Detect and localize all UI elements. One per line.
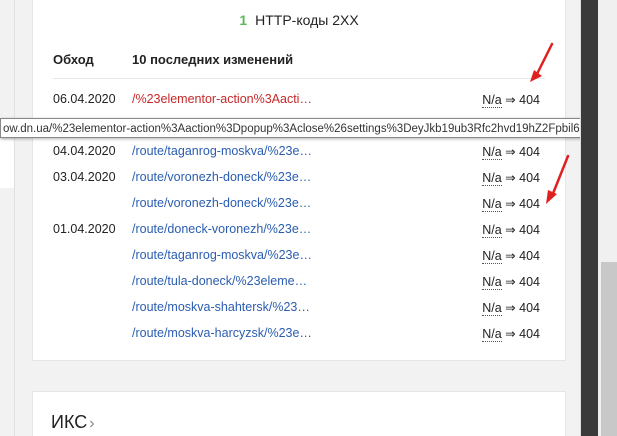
arrow-glyph: ⇒ — [505, 197, 516, 211]
status-code: 404 — [519, 275, 540, 289]
row-status: N/a ⇒ 404 — [482, 92, 540, 108]
scrollbar-gutter — [581, 0, 598, 436]
iks-title[interactable]: ИКС › — [51, 412, 95, 433]
status-code: 404 — [519, 327, 540, 341]
arrow-glyph: ⇒ — [505, 171, 516, 185]
arrow-glyph: ⇒ — [505, 93, 516, 107]
status-code: 404 — [519, 171, 540, 185]
row-url-link[interactable]: /route/doneck-voronezh/%23e… — [132, 222, 311, 236]
iks-title-text: ИКС — [51, 412, 88, 432]
na-label[interactable]: N/a — [482, 327, 502, 342]
column-header-crawl: Обход — [53, 52, 94, 67]
iks-card[interactable]: ИКС › — [32, 391, 566, 436]
scrollbar-thumb[interactable] — [601, 262, 617, 436]
row-url-link[interactable]: /route/voronezh-doneck/%23e… — [132, 196, 311, 210]
row-status: N/a ⇒ 404 — [482, 300, 540, 316]
arrow-glyph: ⇒ — [505, 145, 516, 159]
row-status: N/a ⇒ 404 — [482, 326, 540, 342]
row-date: 03.04.2020 — [53, 170, 116, 184]
row-url-link[interactable]: /route/voronezh-doneck/%23e… — [132, 170, 311, 184]
row-status: N/a ⇒ 404 — [482, 170, 540, 186]
row-date: 04.04.2020 — [53, 144, 116, 158]
row-date: 01.04.2020 — [53, 222, 116, 236]
na-label[interactable]: N/a — [482, 145, 502, 160]
status-code: 404 — [519, 145, 540, 159]
chevron-right-icon: › — [89, 415, 95, 432]
annotation-arrow-icon — [546, 154, 570, 204]
left-panel-highlight — [0, 140, 14, 188]
na-label[interactable]: N/a — [482, 249, 502, 264]
http-2xx-card: 1 HTTP-коды 2XX Обход 10 последних измене… — [32, 0, 566, 361]
row-status: N/a ⇒ 404 — [482, 274, 540, 290]
row-url-link[interactable]: /route/tula-doneck/%23eleme… — [132, 274, 307, 288]
row-status: N/a ⇒ 404 — [482, 196, 540, 212]
arrow-glyph: ⇒ — [505, 223, 516, 237]
column-header-changes: 10 последних изменений — [132, 52, 294, 67]
status-code: 404 — [519, 249, 540, 263]
na-label[interactable]: N/a — [482, 171, 502, 186]
arrow-glyph: ⇒ — [505, 275, 516, 289]
arrow-glyph: ⇒ — [505, 327, 516, 341]
row-status: N/a ⇒ 404 — [482, 222, 540, 238]
na-label[interactable]: N/a — [482, 275, 502, 290]
na-label[interactable]: N/a — [482, 223, 502, 238]
row-url-link[interactable]: /route/taganrog-moskva/%23e… — [132, 144, 312, 158]
row-date: 06.04.2020 — [53, 92, 116, 106]
annotation-arrow-icon — [530, 42, 554, 82]
section-title: 1 HTTP-коды 2XX — [33, 12, 565, 28]
row-status: N/a ⇒ 404 — [482, 248, 540, 264]
page: 1 HTTP-коды 2XX Обход 10 последних измене… — [0, 0, 617, 436]
status-code: 404 — [519, 301, 540, 315]
na-label[interactable]: N/a — [482, 197, 502, 212]
na-label[interactable]: N/a — [482, 93, 502, 108]
section-title-text: HTTP-коды 2XX — [255, 12, 359, 28]
arrow-glyph: ⇒ — [505, 249, 516, 263]
status-code: 404 — [519, 223, 540, 237]
row-url-link[interactable]: /%23elementor-action%3Aacti… — [132, 92, 312, 106]
na-label[interactable]: N/a — [482, 301, 502, 316]
row-url-link[interactable]: /route/moskva-shahtersk/%23… — [132, 300, 310, 314]
status-code: 404 — [519, 93, 540, 107]
status-code: 404 — [519, 197, 540, 211]
count-badge: 1 — [239, 12, 248, 28]
header-divider — [53, 78, 545, 79]
row-status: N/a ⇒ 404 — [482, 144, 540, 160]
row-url-link[interactable]: /route/taganrog-moskva/%23e… — [132, 248, 312, 262]
left-panel-edge — [0, 0, 15, 436]
row-url-link[interactable]: /route/moskva-harcyzsk/%23e… — [132, 326, 312, 340]
arrow-glyph: ⇒ — [505, 301, 516, 315]
url-tooltip: ow.dn.ua/%23elementor-action%3Aaction%3D… — [0, 118, 611, 138]
